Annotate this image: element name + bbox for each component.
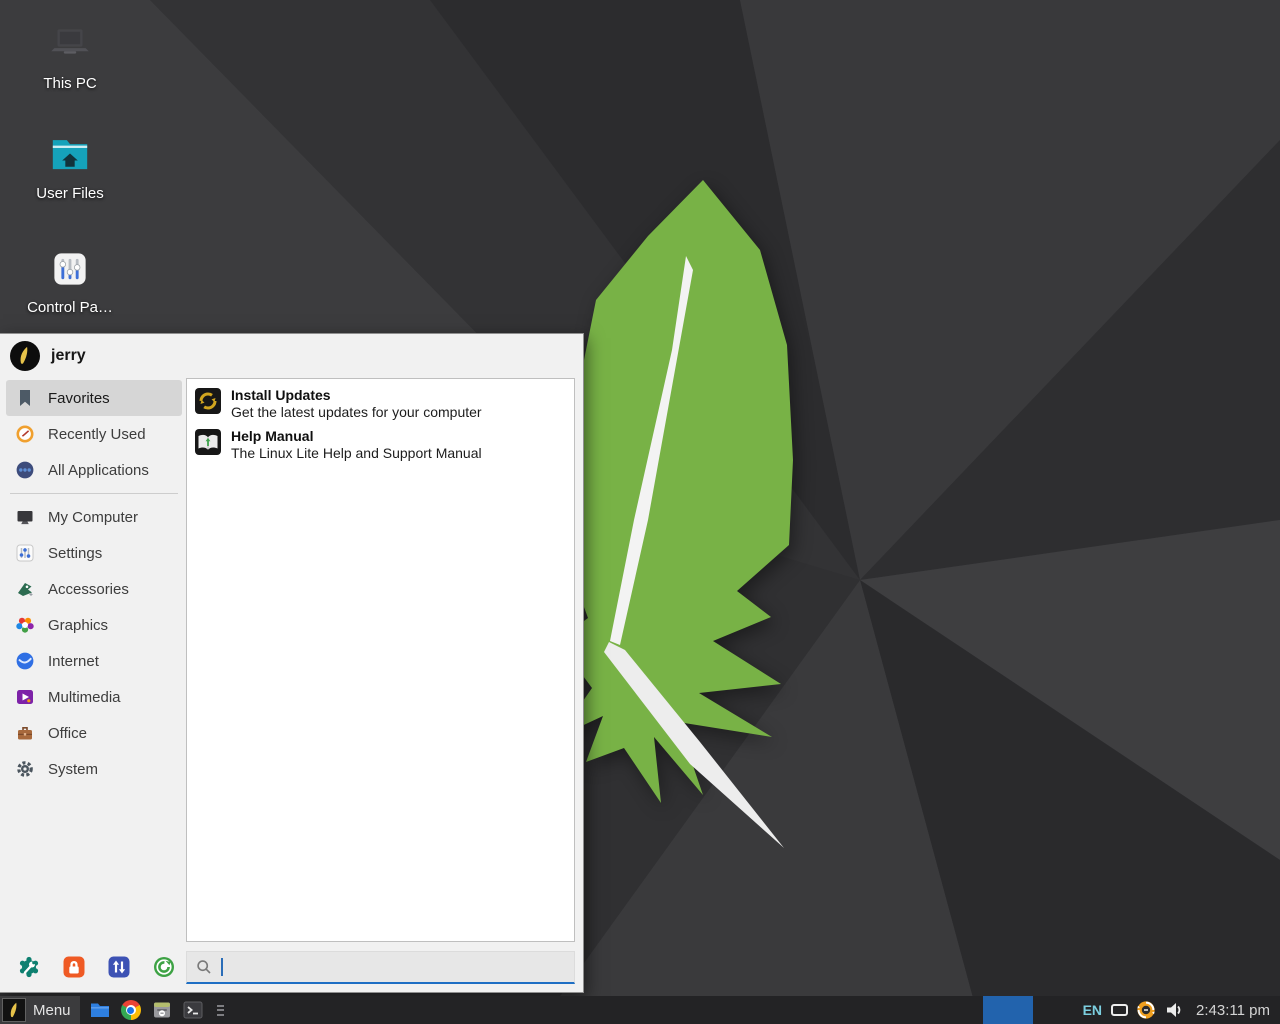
sidebar-item-system[interactable]: System: [6, 751, 182, 787]
sidebar-item-label: Multimedia: [48, 689, 121, 706]
archive-manager-icon[interactable]: [150, 998, 174, 1022]
settings-category-icon: [15, 543, 35, 563]
sidebar-item-internet[interactable]: Internet: [6, 643, 182, 679]
desktop-icon-user-files[interactable]: User Files: [8, 130, 132, 202]
volume-icon[interactable]: [1164, 1000, 1184, 1020]
whisker-menu: jerry Favorites Rece: [0, 333, 584, 993]
install-updates-icon: [194, 387, 222, 415]
computer-icon: [45, 20, 95, 70]
menu-sidebar: Favorites Recently Used: [0, 378, 186, 942]
switch-user-icon[interactable]: [107, 955, 131, 979]
lock-screen-icon[interactable]: [62, 955, 86, 979]
search-input[interactable]: [186, 951, 575, 984]
sidebar-item-label: Graphics: [48, 617, 108, 634]
sidebar-item-graphics[interactable]: Graphics: [6, 607, 182, 643]
menu-item-install-updates[interactable]: Install Updates Get the latest updates f…: [191, 384, 570, 425]
sidebar-item-office[interactable]: Office: [6, 715, 182, 751]
search-icon: [196, 959, 212, 975]
taskbar: Menu: [0, 996, 1280, 1024]
sidebar-item-settings[interactable]: Settings: [6, 535, 182, 571]
multimedia-icon: [15, 687, 35, 707]
desktop-icon-label: User Files: [8, 185, 132, 202]
desktop: This PC User Files Control Pa…: [0, 0, 1280, 1024]
desktop-icon-control-panel[interactable]: Control Pa…: [8, 244, 132, 316]
menu-button-label: Menu: [33, 1002, 71, 1019]
internet-icon: [15, 651, 35, 671]
panel-grip[interactable]: [217, 1005, 224, 1016]
item-title: Help Manual: [231, 428, 482, 444]
workspace-switcher[interactable]: [983, 996, 1033, 1024]
favorites-icon: [15, 388, 35, 408]
menu-actions: [0, 955, 186, 979]
username: jerry: [51, 347, 86, 365]
item-subtitle: Get the latest updates for your computer: [231, 403, 482, 421]
sidebar-item-label: Accessories: [48, 581, 129, 598]
sidebar-item-label: All Applications: [48, 462, 149, 479]
desktop-icon-label: Control Pa…: [8, 299, 132, 316]
graphics-icon: [15, 615, 35, 635]
sidebar-item-all-applications[interactable]: All Applications: [6, 452, 182, 488]
sidebar-item-label: Office: [48, 725, 87, 742]
sidebar-item-my-computer[interactable]: My Computer: [6, 499, 182, 535]
terminal-icon[interactable]: [181, 998, 205, 1022]
sidebar-item-label: Internet: [48, 653, 99, 670]
sidebar-item-accessories[interactable]: Accessories: [6, 571, 182, 607]
sidebar-separator: [10, 493, 178, 494]
sidebar-item-label: Settings: [48, 545, 102, 562]
office-icon: [15, 723, 35, 743]
my-computer-icon: [15, 507, 35, 527]
item-title: Install Updates: [231, 387, 482, 403]
settings-manager-icon[interactable]: [17, 955, 41, 979]
help-manual-icon: [194, 428, 222, 456]
all-applications-icon: [15, 460, 35, 480]
control-panel-icon: [45, 244, 95, 294]
sidebar-item-favorites[interactable]: Favorites: [6, 380, 182, 416]
system-icon: [15, 759, 35, 779]
display-icon[interactable]: [1111, 1004, 1128, 1016]
menu-footer: [0, 942, 583, 992]
menu-button[interactable]: Menu: [0, 996, 80, 1024]
accessories-icon: [15, 579, 35, 599]
keyboard-layout-indicator[interactable]: EN: [1083, 1002, 1102, 1018]
file-manager-icon[interactable]: [88, 998, 112, 1022]
feather-avatar-icon: [15, 346, 35, 366]
sidebar-item-label: Favorites: [48, 390, 110, 407]
folder-home-icon: [45, 130, 95, 180]
item-subtitle: The Linux Lite Help and Support Manual: [231, 444, 482, 462]
sidebar-item-multimedia[interactable]: Multimedia: [6, 679, 182, 715]
clock[interactable]: 2:43:11 pm: [1196, 1002, 1270, 1019]
recently-used-icon: [15, 424, 35, 444]
desktop-icon-this-pc[interactable]: This PC: [8, 20, 132, 92]
menu-item-list: Install Updates Get the latest updates f…: [186, 378, 575, 942]
updates-tray-icon[interactable]: [1136, 1000, 1156, 1020]
menu-item-help-manual[interactable]: Help Manual The Linux Lite Help and Supp…: [191, 425, 570, 466]
user-avatar[interactable]: [10, 341, 40, 371]
linux-lite-logo-icon: [2, 998, 26, 1022]
desktop-icon-label: This PC: [8, 75, 132, 92]
sidebar-item-recently-used[interactable]: Recently Used: [6, 416, 182, 452]
sidebar-item-label: Recently Used: [48, 426, 146, 443]
menu-body: Favorites Recently Used: [0, 378, 583, 942]
sidebar-item-label: System: [48, 761, 98, 778]
taskbar-tray: EN 2:43:: [983, 996, 1280, 1024]
taskbar-launchers: [88, 998, 224, 1022]
text-caret: [221, 958, 223, 976]
web-browser-icon[interactable]: [119, 998, 143, 1022]
menu-header: jerry: [0, 334, 583, 378]
quit-icon[interactable]: [152, 955, 176, 979]
sidebar-item-label: My Computer: [48, 509, 138, 526]
